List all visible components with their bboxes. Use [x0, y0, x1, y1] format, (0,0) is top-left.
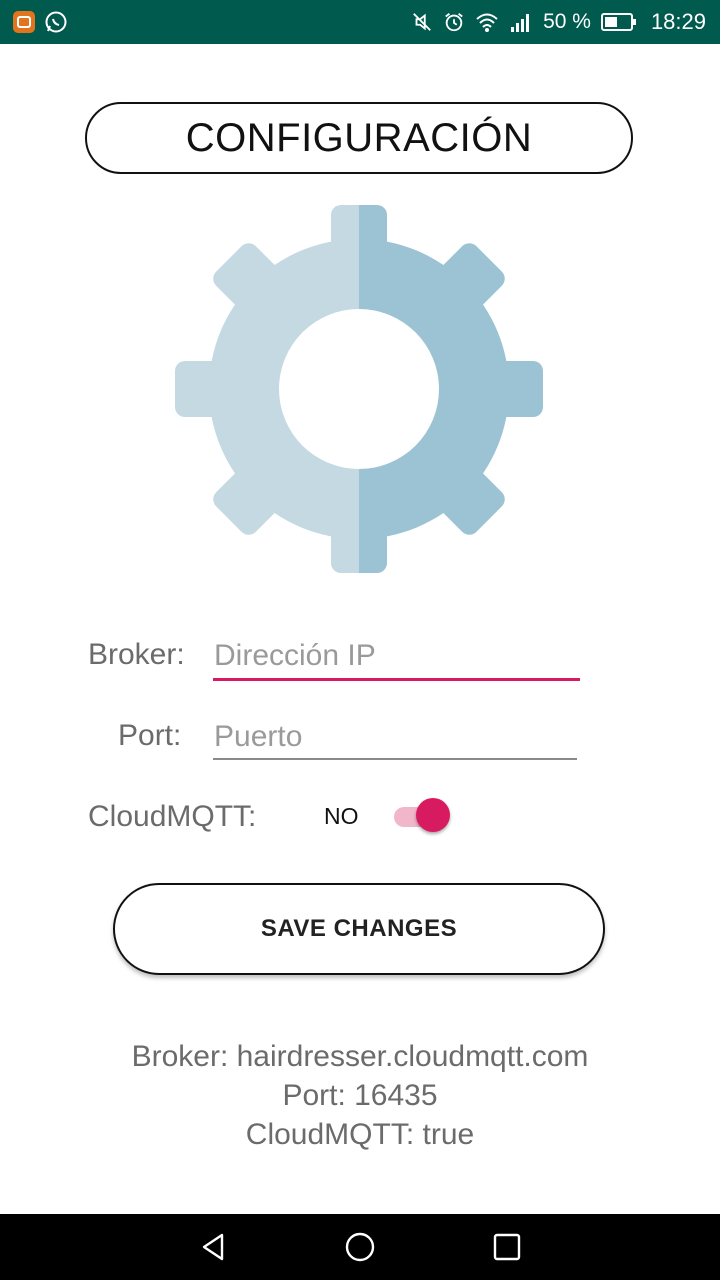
navigation-bar: [0, 1214, 720, 1280]
alarm-icon: [443, 11, 465, 33]
cloudmqtt-label: CloudMQTT:: [88, 800, 257, 833]
broker-label: Broker:: [88, 638, 185, 671]
port-input-underline: [213, 758, 577, 760]
save-changes-button[interactable]: SAVE CHANGES: [113, 883, 605, 975]
battery-icon: [600, 12, 637, 32]
broker-input[interactable]: [214, 636, 576, 676]
port-input[interactable]: [214, 717, 576, 757]
back-icon[interactable]: [198, 1231, 230, 1263]
info-cloudmqtt: CloudMQTT: true: [245, 1118, 475, 1151]
battery-percent: 50 %: [543, 10, 591, 33]
gear-icon: [170, 200, 548, 578]
page-title-box: CONFIGURACIÓN: [85, 102, 633, 174]
recents-icon[interactable]: [491, 1231, 523, 1263]
info-broker: Broker: hairdresser.cloudmqtt.com: [131, 1040, 589, 1073]
home-icon[interactable]: [344, 1231, 376, 1263]
app-notification-icon: [12, 10, 36, 34]
info-port: Port: 16435: [282, 1079, 438, 1112]
signal-icon: [509, 11, 533, 33]
page-title: CONFIGURACIÓN: [185, 115, 533, 160]
switch-thumb: [416, 798, 450, 832]
port-label: Port:: [118, 719, 182, 752]
mute-icon: [411, 11, 433, 33]
cloudmqtt-switch[interactable]: [390, 798, 452, 834]
whatsapp-icon: [44, 10, 68, 34]
status-bar: 50 % 18:29: [0, 0, 720, 44]
wifi-icon: [475, 11, 499, 33]
clock: 18:29: [650, 9, 706, 34]
cloudmqtt-state-text: NO: [324, 803, 359, 829]
broker-input-underline: [213, 678, 580, 681]
